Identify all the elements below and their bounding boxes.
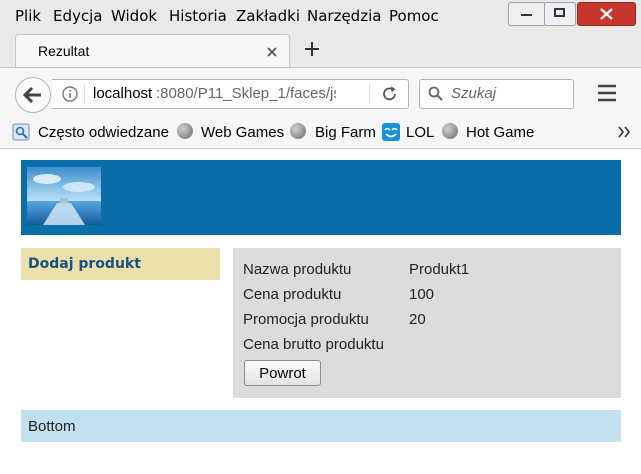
url-host: localhost: [93, 85, 153, 102]
bookmarks-toolbar: Często odwiedzane Web Games Big Farm LOL…: [0, 117, 641, 149]
bookmark-lol[interactable]: LOL: [406, 124, 434, 141]
bookmark-web-games[interactable]: Web Games: [201, 124, 284, 141]
value-promocja-produktu: 20: [409, 311, 426, 328]
lol-favicon-icon: [382, 123, 400, 141]
label-promocja-produktu: Promocja produktu: [243, 311, 369, 328]
menu-widok[interactable]: Widok: [111, 7, 157, 25]
search-placeholder: Szukaj: [451, 85, 497, 102]
menu-pomoc[interactable]: Pomoc: [389, 7, 439, 25]
bookmark-hot-game[interactable]: Hot Game: [466, 124, 534, 141]
back-button[interactable]: [15, 77, 51, 113]
pier-landscape-image: [27, 167, 101, 225]
maximize-icon: [554, 8, 565, 17]
menu-narzedzia[interactable]: Narzędzia: [307, 7, 381, 25]
navigation-bar: localhost :8080/P11_Sklep_1/faces/jsf. S…: [0, 67, 641, 117]
globe-icon: [177, 123, 193, 139]
globe-icon: [290, 123, 306, 139]
search-icon: [428, 86, 443, 101]
label-cena-brutto-produktu: Cena brutto produktu: [243, 336, 384, 353]
globe-icon: [442, 123, 458, 139]
menu-zakladki[interactable]: Zakładki: [236, 7, 300, 25]
bookmark-czesto-odwiedzane[interactable]: Często odwiedzane: [38, 124, 169, 141]
footer-text: Bottom: [28, 418, 76, 435]
search-box[interactable]: Szukaj: [419, 79, 574, 109]
new-tab-icon[interactable]: [304, 41, 320, 57]
info-icon[interactable]: [62, 86, 78, 102]
reload-icon[interactable]: [381, 85, 399, 103]
value-nazwa-produktu: Produkt1: [409, 261, 470, 278]
tab-rezultat[interactable]: Rezultat: [15, 34, 290, 68]
url-path: :8080/P11_Sklep_1/faces/jsf.: [156, 85, 336, 102]
add-product-link[interactable]: Dodaj produkt: [28, 256, 141, 272]
page-footer: Bottom: [21, 410, 621, 442]
frequent-sites-icon: [12, 123, 30, 141]
close-button[interactable]: [577, 2, 636, 26]
maximize-button[interactable]: [544, 2, 576, 26]
bookmark-big-farm[interactable]: Big Farm: [315, 124, 376, 141]
label-nazwa-produktu: Nazwa produktu: [243, 261, 352, 278]
menu-edycja[interactable]: Edycja: [53, 7, 102, 25]
title-bar: Plik Edycja Widok Historia Zakładki Narz…: [0, 0, 641, 32]
tab-close-icon[interactable]: [266, 46, 278, 58]
back-to-home-button[interactable]: Powrot: [244, 360, 321, 386]
close-icon: [600, 8, 613, 20]
minimize-button[interactable]: [508, 2, 546, 26]
hamburger-menu-icon[interactable]: [597, 84, 617, 102]
bookmark-overflow-icon[interactable]: [617, 126, 631, 138]
sidebar: Dodaj produkt: [21, 248, 220, 280]
menu-plik[interactable]: Plik: [15, 7, 41, 25]
minimize-icon: [521, 14, 532, 16]
header-logo-image: [27, 167, 101, 225]
tab-title: Rezultat: [38, 43, 90, 59]
url-bar[interactable]: localhost :8080/P11_Sklep_1/faces/jsf.: [52, 79, 409, 109]
label-cena-produktu: Cena produktu: [243, 286, 342, 303]
value-cena-produktu: 100: [409, 286, 435, 303]
page-header: [21, 160, 621, 235]
back-arrow-icon: [22, 86, 41, 104]
menu-historia[interactable]: Historia: [169, 7, 227, 25]
